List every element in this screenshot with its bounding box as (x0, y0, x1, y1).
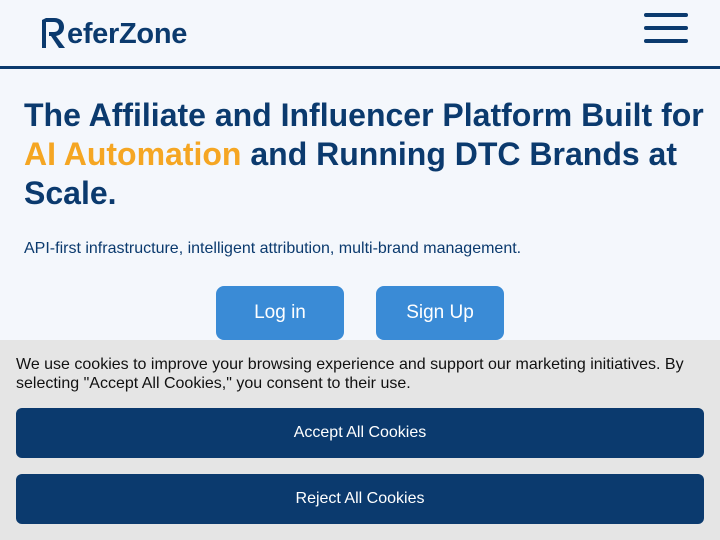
accept-all-cookies-button[interactable]: Accept All Cookies (16, 408, 704, 458)
menu-bar-middle (644, 26, 688, 30)
referzone-logo[interactable]: eferZone (40, 14, 187, 50)
menu-bar-bottom (644, 39, 688, 43)
page: eferZone The Affiliate and Influencer Pl… (0, 0, 720, 540)
hero-title: The Affiliate and Influencer Platform Bu… (24, 96, 704, 213)
hamburger-menu-icon[interactable] (642, 13, 690, 45)
signup-button[interactable]: Sign Up (376, 286, 504, 340)
logo-wordmark: eferZone (67, 18, 188, 50)
cookie-message: We use cookies to improve your browsing … (16, 356, 684, 392)
hero-title-part1: The Affiliate and Influencer Platform Bu… (24, 97, 704, 133)
logo-r-icon (42, 18, 65, 48)
reject-all-cookies-button[interactable]: Reject All Cookies (16, 474, 704, 524)
cookie-banner: We use cookies to improve your browsing … (0, 340, 720, 540)
hero-title-accent: AI Automation (24, 136, 242, 172)
login-button[interactable]: Log in (216, 286, 344, 340)
hero-subtitle: API-first infrastructure, intelligent at… (24, 240, 522, 257)
site-header: eferZone (0, 0, 720, 69)
menu-bar-top (644, 13, 688, 17)
